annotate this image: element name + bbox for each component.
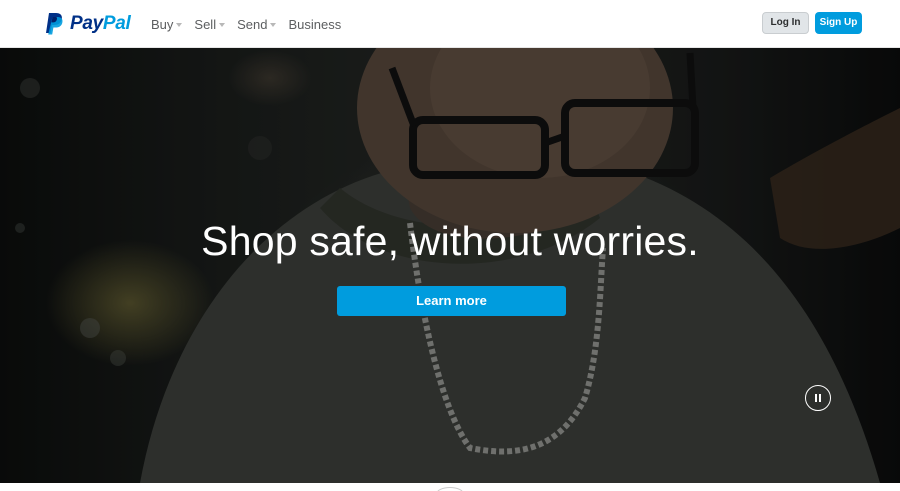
paypal-p-icon [46, 13, 63, 35]
signup-button[interactable]: Sign Up [815, 12, 862, 34]
caret-down-icon [219, 22, 226, 27]
caret-down-icon [176, 22, 183, 27]
pause-icon [815, 394, 817, 402]
paypal-logo[interactable]: PayPal [44, 12, 131, 36]
paypal-wordmark: PayPal [70, 13, 131, 34]
site-header: PayPal Buy Sell Send Business Log In Sig… [0, 0, 900, 48]
login-button[interactable]: Log In [762, 12, 809, 34]
nav-item-label: Buy [151, 16, 174, 32]
nav-item-label: Sell [194, 16, 217, 32]
pause-video-button[interactable] [805, 385, 831, 411]
nav-item-sell[interactable]: Sell [194, 16, 226, 32]
main-nav: Buy Sell Send Business [151, 0, 353, 48]
nav-item-label: Business [288, 16, 342, 32]
nav-item-label: Send [237, 16, 268, 32]
nav-item-send[interactable]: Send [237, 16, 277, 32]
caret-down-icon [270, 22, 277, 27]
hero-video-banner: Shop safe, without worries. Learn more [0, 48, 900, 483]
nav-item-business[interactable]: Business [288, 17, 341, 32]
pause-icon [819, 394, 821, 402]
nav-item-buy[interactable]: Buy [151, 16, 183, 32]
hero-background-image [0, 48, 900, 483]
learn-more-button[interactable]: Learn more [337, 286, 566, 316]
hero-title: Shop safe, without worries. [201, 218, 699, 264]
